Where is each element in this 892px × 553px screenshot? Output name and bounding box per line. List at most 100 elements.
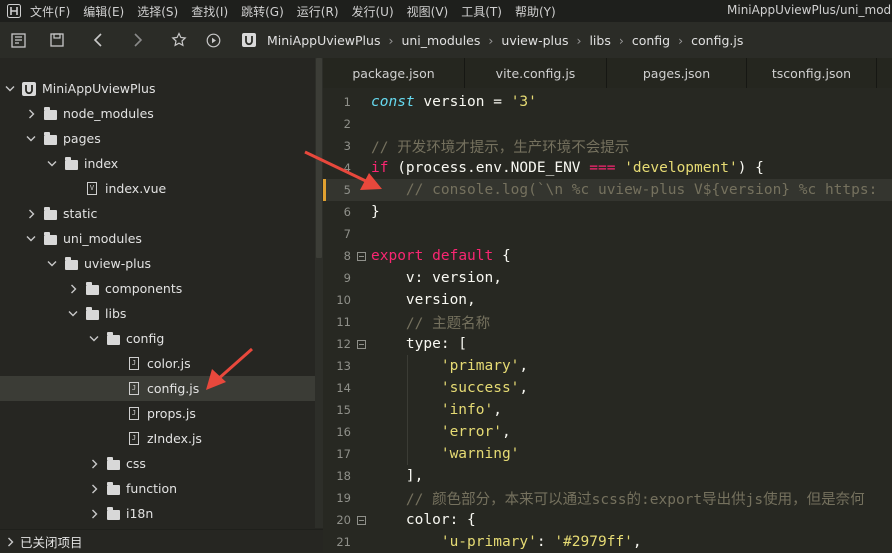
tab-overflow[interactable] xyxy=(877,58,892,88)
code-line[interactable]: 4 if (process.env.NODE_ENV === 'developme… xyxy=(323,157,892,179)
forward-arrow-icon[interactable] xyxy=(129,31,147,49)
tree-folder-row[interactable]: components xyxy=(0,276,315,301)
tree-folder-row[interactable]: function xyxy=(0,476,315,501)
file-shape: J xyxy=(129,357,139,370)
line-number: 8 xyxy=(343,249,351,263)
code-line[interactable]: 14 'success', xyxy=(323,377,892,399)
code-line[interactable]: 21 'u-primary': '#2979ff', xyxy=(323,531,892,552)
folder-icon xyxy=(64,156,78,170)
code-token: : xyxy=(536,534,555,550)
menu-file[interactable]: 文件(F) xyxy=(30,3,70,20)
code-line[interactable]: 7 xyxy=(323,223,892,245)
tree-folder-row[interactable]: pages xyxy=(0,126,315,151)
tree-folder-row[interactable]: static xyxy=(0,201,315,226)
code-line[interactable]: 11 // 主题名称 xyxy=(323,311,892,333)
tree-project-row[interactable]: MiniAppUviewPlus xyxy=(0,76,315,101)
folder-shape xyxy=(106,456,120,470)
menu-run[interactable]: 运行(R) xyxy=(297,3,339,20)
tree-file-row[interactable]: JzIndex.js xyxy=(0,426,315,451)
breadcrumb-item[interactable]: config.js xyxy=(691,33,743,48)
run-icon[interactable] xyxy=(204,31,222,49)
chevron-right-icon[interactable] xyxy=(25,108,37,120)
breadcrumb-item[interactable]: libs xyxy=(589,33,610,48)
code-line[interactable]: 10 version, xyxy=(323,289,892,311)
fold-toggle-icon[interactable] xyxy=(357,251,366,261)
code-token: version, xyxy=(371,292,476,308)
menu-view[interactable]: 视图(V) xyxy=(407,3,449,20)
breadcrumb-item[interactable]: uni_modules xyxy=(401,33,480,48)
breadcrumb-item[interactable]: config xyxy=(632,33,670,48)
tree-file-row[interactable]: Jconfig.js xyxy=(0,376,315,401)
menu-goto[interactable]: 跳转(G) xyxy=(241,3,284,20)
chevron-right-icon[interactable] xyxy=(88,508,100,520)
tree-folder-row[interactable]: config xyxy=(0,326,315,351)
tab-pages-json[interactable]: pages.json xyxy=(607,58,747,88)
code-line[interactable]: 20 color: { xyxy=(323,509,892,531)
collapse-sidebar-icon[interactable] xyxy=(9,31,27,49)
code-token: color: { xyxy=(371,512,476,528)
chevron-right-icon[interactable] xyxy=(67,283,79,295)
code-text: 'warning' xyxy=(371,446,520,462)
chevron-down-icon[interactable] xyxy=(4,83,16,95)
line-number: 16 xyxy=(336,425,351,439)
code-line[interactable]: 6} xyxy=(323,201,892,223)
chevron-down-icon[interactable] xyxy=(25,133,37,145)
scrollbar-thumb[interactable] xyxy=(316,58,322,258)
tree-file-row[interactable]: Vindex.vue xyxy=(0,176,315,201)
chevron-down-icon[interactable] xyxy=(88,333,100,345)
code-line[interactable]: 8 export default { xyxy=(323,245,892,267)
star-icon[interactable] xyxy=(170,31,188,49)
code-token: 'error' xyxy=(440,424,502,440)
code-line[interactable]: 2 xyxy=(323,113,892,135)
code-line[interactable]: 15 'info', xyxy=(323,399,892,421)
chevron-right-icon[interactable] xyxy=(88,483,100,495)
tree-folder-row[interactable]: uview-plus xyxy=(0,251,315,276)
code-editor[interactable]: 1 const version = '3' 2 3 // 开发环境才提示，生产环境不会提… xyxy=(323,88,892,552)
save-icon[interactable] xyxy=(48,31,66,49)
code-line[interactable]: 13 'primary', xyxy=(323,355,892,377)
code-line[interactable]: 12 type: [ xyxy=(323,333,892,355)
chevron-down-icon[interactable] xyxy=(46,258,58,270)
menu-publish[interactable]: 发行(U) xyxy=(352,3,394,20)
breadcrumb-item[interactable]: uview-plus xyxy=(501,33,568,48)
code-line[interactable]: 17 'warning' xyxy=(323,443,892,465)
menu-find[interactable]: 查找(I) xyxy=(191,3,228,20)
menu-tools[interactable]: 工具(T) xyxy=(461,3,502,20)
fold-toggle-icon[interactable] xyxy=(357,515,366,525)
tree-folder-row[interactable]: index xyxy=(0,151,315,176)
tree-file-row[interactable]: Jprops.js xyxy=(0,401,315,426)
back-arrow-icon[interactable] xyxy=(89,31,107,49)
tree-file-row[interactable]: Jcolor.js xyxy=(0,351,315,376)
menu-edit[interactable]: 编辑(E) xyxy=(83,3,124,20)
code-line[interactable]: 16 'error', xyxy=(323,421,892,443)
closed-projects-row[interactable]: 已关闭项目 xyxy=(0,529,323,553)
code-line[interactable]: 9 v: version, xyxy=(323,267,892,289)
chevron-right-icon[interactable] xyxy=(88,458,100,470)
code-line[interactable]: 1 const version = '3' xyxy=(323,91,892,113)
tab-tsconfig-json[interactable]: tsconfig.json xyxy=(747,58,877,88)
chevron-right-icon: › xyxy=(388,32,394,48)
tree-folder-row[interactable]: i18n xyxy=(0,501,315,526)
tree-folder-row[interactable]: css xyxy=(0,451,315,476)
tree-folder-row[interactable]: libs xyxy=(0,301,315,326)
menu-select[interactable]: 选择(S) xyxy=(137,3,178,20)
code-line[interactable]: 18 ], xyxy=(323,465,892,487)
code-line[interactable]: 3 // 开发环境才提示，生产环境不会提示 xyxy=(323,135,892,157)
sidebar-scrollbar[interactable] xyxy=(315,58,323,528)
breadcrumb-item[interactable]: MiniAppUviewPlus xyxy=(267,33,380,48)
tab-package-json[interactable]: package.json xyxy=(323,58,465,88)
tree-folder-row[interactable]: node_modules xyxy=(0,101,315,126)
chevron-down-icon[interactable] xyxy=(67,308,79,320)
code-line[interactable]: 5 // console.log(`\n %c uview-plus V${ve… xyxy=(323,179,892,201)
menu-help[interactable]: 帮助(Y) xyxy=(515,3,556,20)
tree-folder-row[interactable]: uni_modules xyxy=(0,226,315,251)
fold-toggle-icon[interactable] xyxy=(357,339,366,349)
chevron-right-icon[interactable] xyxy=(25,208,37,220)
code-line[interactable]: 19 // 颜色部分，本来可以通过scss的:export导出供js使用，但是奈… xyxy=(323,487,892,509)
chevron-down-icon[interactable] xyxy=(25,233,37,245)
chevron-down-icon[interactable] xyxy=(46,158,58,170)
tab-vite-config[interactable]: vite.config.js xyxy=(465,58,607,88)
